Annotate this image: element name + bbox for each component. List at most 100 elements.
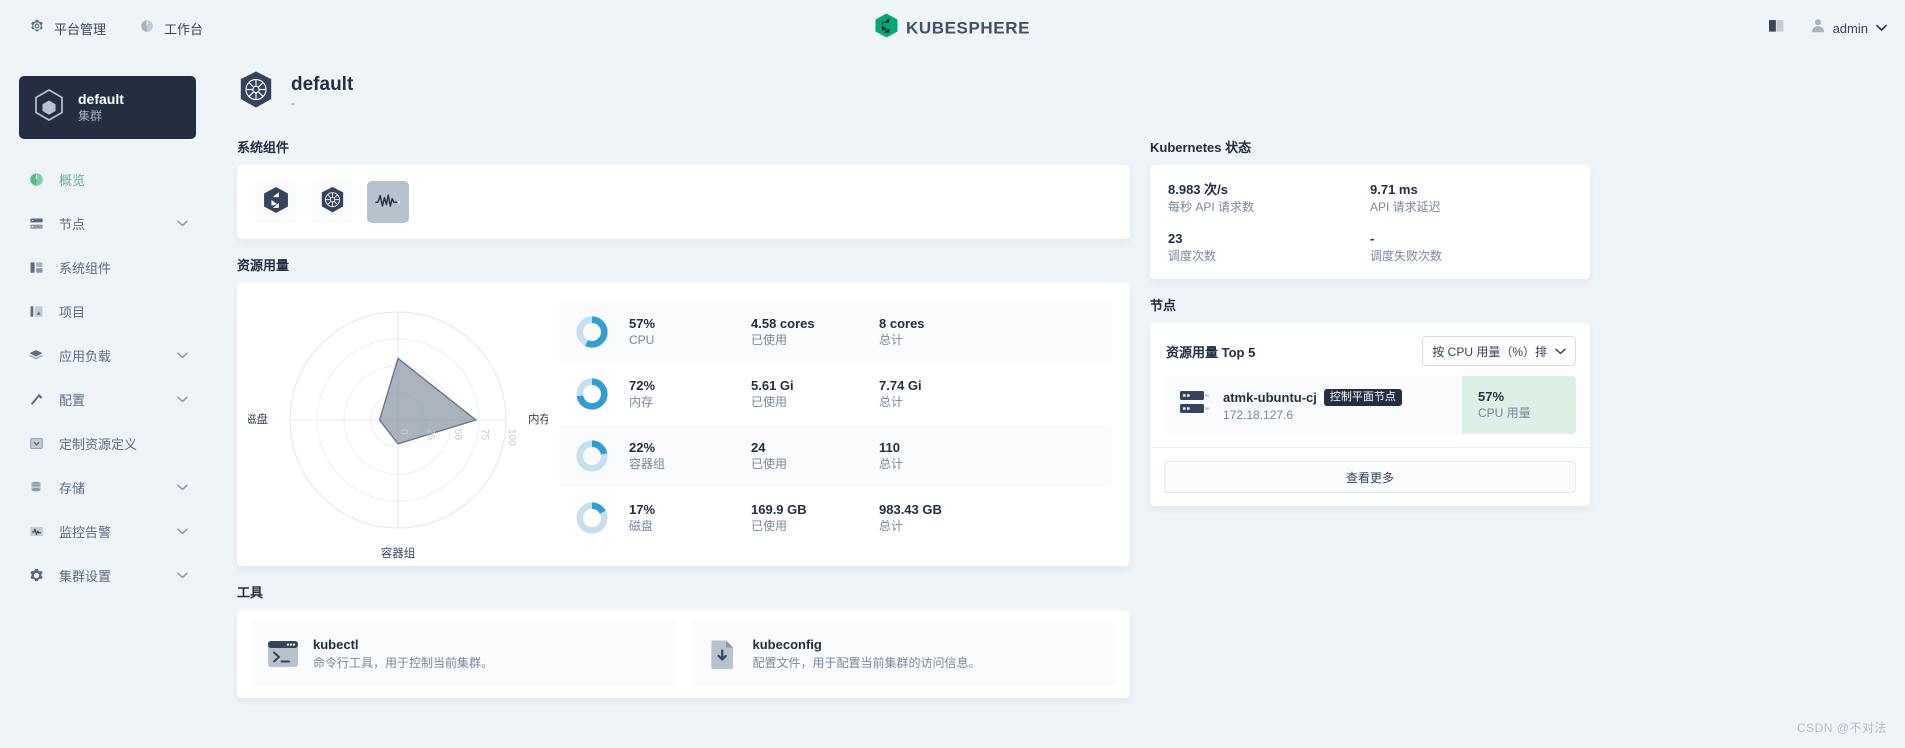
chevron-down-icon: [177, 214, 188, 232]
metric-pods-percent-block: 22% 容器组: [629, 439, 751, 473]
metric-memory-used-block: 5.61 Gi 已使用: [751, 377, 879, 411]
svg-text:磁盘: 磁盘: [248, 412, 268, 426]
k8s-stat-api-rate-value: 8.983 次/s: [1168, 182, 1228, 197]
metric-row-memory: 72% 内存 5.61 Gi 已使用 7.74 Gi 总计: [559, 363, 1112, 425]
metric-disk-total: 983.43 GB: [879, 501, 942, 517]
k8s-stat-schedule-count-label: 调度次数: [1168, 249, 1217, 263]
chevron-down-icon: [1555, 344, 1566, 358]
metric-cpu-used-label: 已使用: [751, 332, 788, 347]
sidebar-item-nodes[interactable]: 节点: [19, 205, 196, 241]
metric-cpu-used: 4.58 cores: [751, 315, 815, 331]
metric-row-disk: 17% 磁盘 169.9 GB 已使用 983.43 GB 总计: [559, 487, 1112, 549]
k8s-stat-schedule-count: 23 调度次数: [1168, 230, 1370, 265]
sidebar-item-crd[interactable]: 定制资源定义: [19, 425, 196, 461]
settings-icon: [26, 568, 46, 583]
sidebar-label-monitoring: 监控告警: [59, 524, 112, 540]
view-more-label: 查看更多: [1345, 470, 1394, 485]
page-title: default: [291, 74, 354, 95]
user-menu[interactable]: admin: [1811, 18, 1887, 38]
sidebar: default 集群 概览 节点 系统组件 项目 应用负载 配置 定制资源定义 …: [0, 56, 212, 748]
metric-memory-label: 内存: [629, 394, 654, 409]
top-bar: 平台管理 工作台 KUBESPHERE admin: [0, 0, 1905, 56]
resource-radar-chart: CPU 内存容器组 磁盘 0 25 50 75 100: [237, 289, 559, 560]
crd-icon: [26, 436, 46, 451]
metric-cpu-total: 8 cores: [879, 315, 925, 331]
k8s-stat-api-latency-label: API 请求延迟: [1370, 200, 1441, 214]
resource-metric-list: 57% CPU 4.58 cores 已使用 8 cores 总计 72% 内存…: [559, 289, 1130, 560]
pulse-chart-icon: [375, 191, 401, 214]
kubernetes-status-card: 8.983 次/s 每秒 API 请求数 9.71 ms API 请求延迟 23…: [1150, 165, 1590, 279]
svg-text:0: 0: [398, 429, 409, 435]
metric-disk-used: 169.9 GB: [751, 501, 807, 517]
node-usage-cell: 57% CPU 用量: [1462, 376, 1576, 434]
top-nav-item-platform[interactable]: 平台管理: [30, 19, 106, 38]
svg-text:75: 75: [479, 429, 490, 441]
sidebar-item-overview[interactable]: 概览: [19, 161, 196, 197]
metric-cpu-total-label: 总计: [879, 332, 904, 347]
top-bar-right: admin: [1768, 18, 1887, 38]
sidebar-item-projects[interactable]: 项目: [19, 293, 196, 329]
sidebar-label-nodes: 节点: [59, 216, 86, 232]
chevron-down-icon: [177, 478, 188, 496]
metric-pods-percent: 22%: [629, 439, 656, 455]
top-nav-label-workbench: 工作台: [164, 21, 204, 37]
svg-text:50: 50: [452, 429, 463, 441]
metric-memory-used: 5.61 Gi: [751, 377, 794, 393]
workbench-icon: [140, 19, 154, 38]
top-nav-item-workbench[interactable]: 工作台: [140, 19, 203, 38]
sidebar-item-config[interactable]: 配置: [19, 381, 196, 417]
kubesphere-logo-icon: [264, 186, 288, 218]
view-more-button[interactable]: 查看更多: [1164, 461, 1576, 493]
chevron-down-icon: [177, 390, 188, 408]
sidebar-label-config: 配置: [59, 392, 86, 408]
sidebar-label-cluster-settings: 集群设置: [59, 568, 112, 584]
book-icon[interactable]: [1768, 18, 1785, 38]
nodes-sort-select[interactable]: 按 CPU 用量（%）排: [1422, 336, 1576, 366]
k8s-stat-api-rate-label: 每秒 API 请求数: [1168, 200, 1255, 214]
sidebar-item-cluster-settings[interactable]: 集群设置: [19, 557, 196, 593]
page-subtitle: -: [291, 96, 295, 110]
sidebar-cluster-card[interactable]: default 集群: [19, 76, 196, 139]
tool-kubeconfig[interactable]: kubeconfig 配置文件，用于配置当前集群的访问信息。: [690, 622, 1116, 686]
sidebar-item-components[interactable]: 系统组件: [19, 249, 196, 285]
svg-text:内存: 内存: [528, 412, 548, 426]
user-name: admin: [1832, 20, 1868, 36]
donut-memory: [576, 377, 608, 410]
top-nav: 平台管理 工作台: [30, 19, 203, 38]
metric-cpu-percent: 57%: [629, 315, 656, 331]
tool-kubectl[interactable]: kubectl 命令行工具，用于控制当前集群。: [251, 622, 677, 686]
metric-memory-used-label: 已使用: [751, 394, 788, 409]
brand-logo[interactable]: KUBESPHERE: [874, 13, 1030, 43]
sidebar-item-workloads[interactable]: 应用负载: [19, 337, 196, 373]
csdn-watermark: CSDN @不对法: [1796, 721, 1887, 735]
top-nav-label-platform: 平台管理: [54, 21, 107, 37]
system-components-card: [237, 165, 1130, 239]
nodes-card: 资源用量 Top 5 按 CPU 用量（%）排 atmk-ubuntu-cj 控…: [1150, 323, 1590, 506]
workload-icon: [26, 348, 46, 363]
metric-pods-total: 110: [879, 439, 900, 455]
metric-memory-percent: 72%: [629, 377, 656, 393]
system-component-kubesphere[interactable]: [255, 181, 297, 223]
k8s-stat-schedule-failures-label: 调度失败次数: [1370, 249, 1443, 263]
cluster-name: default: [78, 91, 124, 107]
metric-disk-total-label: 总计: [879, 518, 904, 533]
page-header: default -: [237, 70, 1885, 115]
main-content: default - 系统组件 资源用量 内存 容器组 磁盘 0 25 50 75…: [212, 56, 1905, 748]
sidebar-item-monitoring[interactable]: 监控告警: [19, 513, 196, 549]
sidebar-item-storage[interactable]: 存储: [19, 469, 196, 505]
sidebar-label-overview: 概览: [59, 172, 86, 188]
metric-cpu-total-block: 8 cores 总计: [879, 315, 1001, 349]
donut-disk: [576, 501, 608, 534]
table-row[interactable]: atmk-ubuntu-cj 控制平面节点 172.18.127.6 57% C…: [1164, 376, 1576, 434]
system-component-kubernetes[interactable]: [311, 181, 353, 223]
metric-pods-label: 容器组: [629, 456, 666, 471]
k8s-stat-schedule-count-value: 23: [1168, 231, 1183, 246]
kubesphere-dashboard: 平台管理 工作台 KUBESPHERE admin default 集群 概览 …: [0, 0, 1905, 748]
metric-disk-percent-block: 17% 磁盘: [629, 501, 751, 535]
metric-memory-total-label: 总计: [879, 394, 904, 409]
metric-pods-used-block: 24 已使用: [751, 439, 879, 473]
chevron-down-icon: [177, 566, 188, 584]
system-component-monitoring[interactable]: [367, 181, 409, 223]
chevron-down-icon: [1876, 19, 1887, 37]
tool-kubectl-name: kubectl: [313, 637, 359, 652]
